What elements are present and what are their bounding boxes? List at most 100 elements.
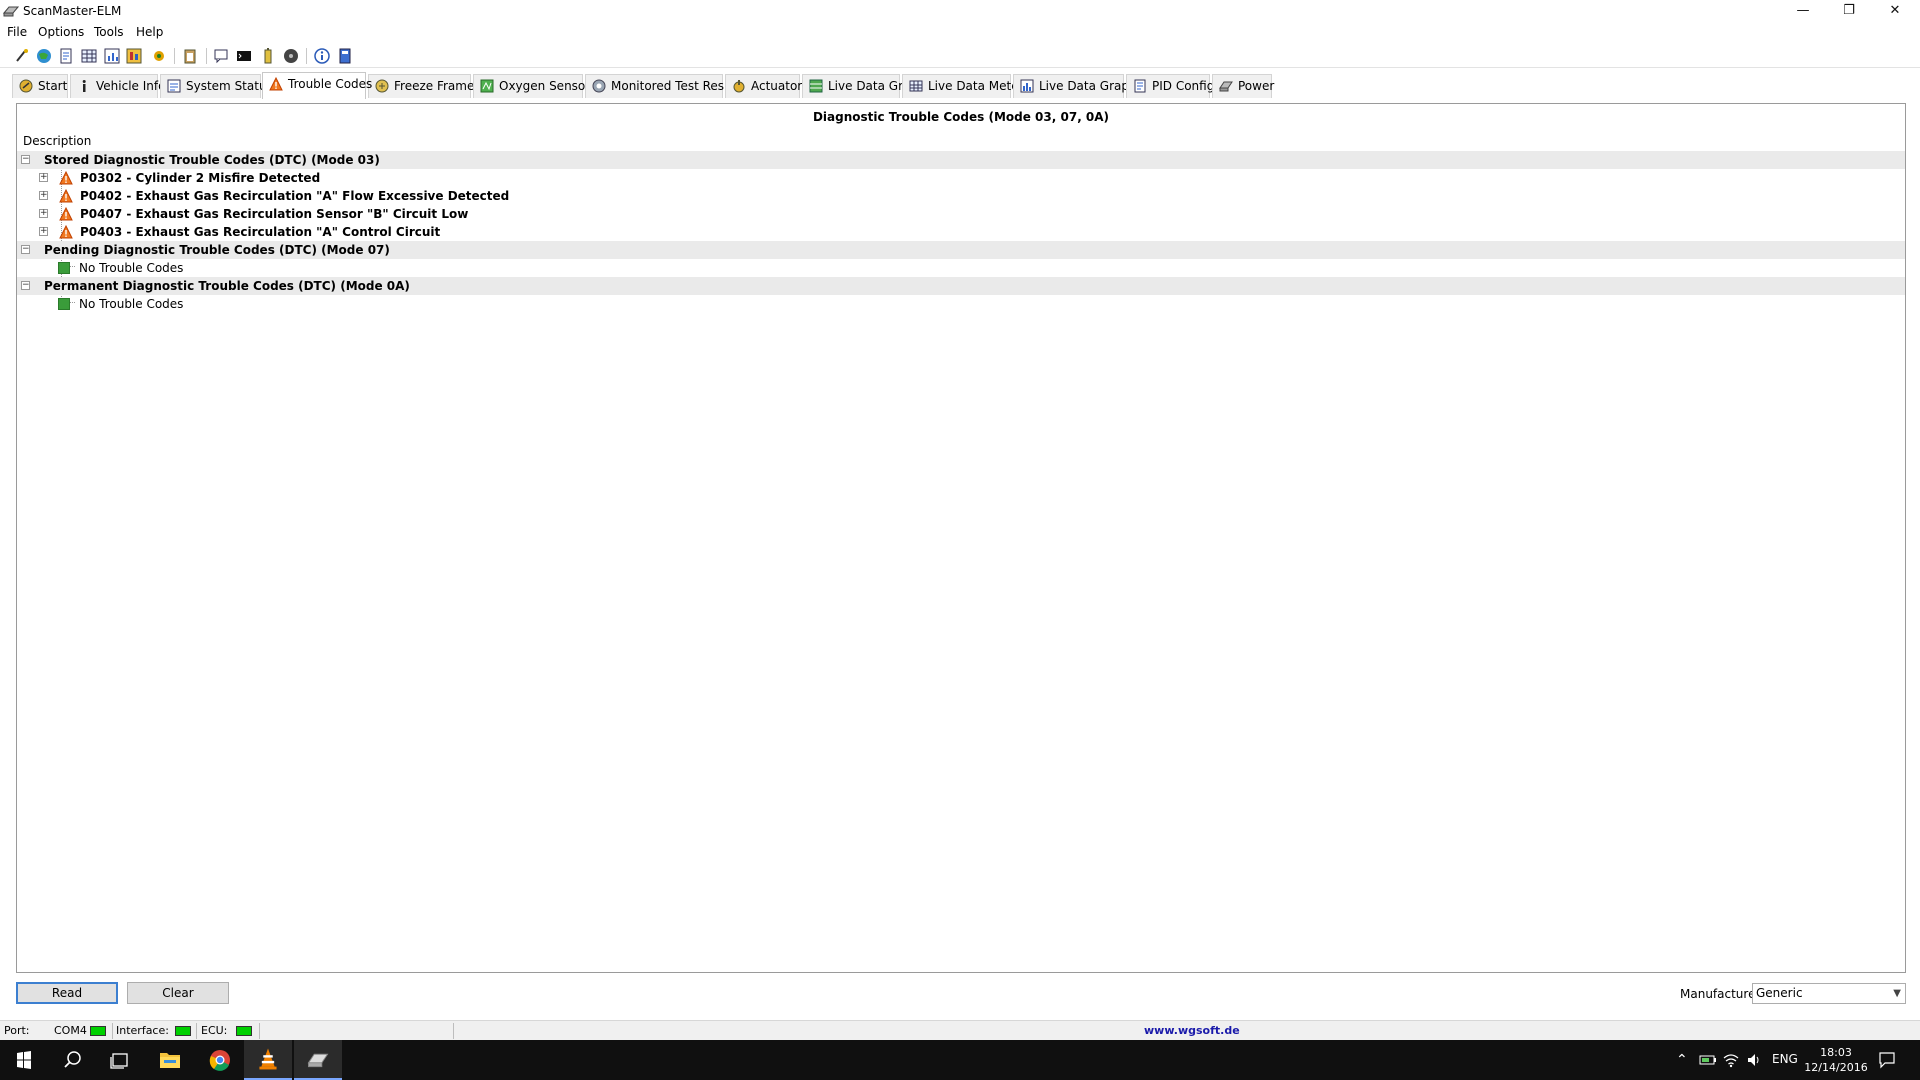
disc-icon[interactable]	[283, 48, 299, 64]
website-link[interactable]: www.wgsoft.de	[1144, 1024, 1240, 1037]
chart-icon[interactable]	[104, 48, 120, 64]
language-indicator[interactable]: ENG	[1772, 1052, 1798, 1066]
grid-icon[interactable]	[81, 48, 97, 64]
read-button[interactable]: Read	[16, 982, 118, 1004]
ecu-led	[236, 1026, 252, 1036]
connect-icon[interactable]	[14, 48, 30, 64]
search-icon[interactable]	[48, 1040, 96, 1080]
menu-file[interactable]: File	[7, 25, 27, 39]
collapse-toggle[interactable]: −	[21, 155, 30, 164]
chrome-icon[interactable]	[196, 1040, 244, 1080]
dtc-row[interactable]: + P0302 - Cylinder 2 Misfire Detected	[17, 169, 1905, 187]
task-view-icon[interactable]	[96, 1040, 144, 1080]
tab-power[interactable]: Power	[1212, 74, 1274, 98]
tab-system-status[interactable]: System Status	[160, 74, 273, 98]
report-icon[interactable]	[126, 48, 142, 64]
freeze-icon	[375, 79, 389, 93]
close-button[interactable]: ✕	[1872, 0, 1918, 22]
grid-icon	[809, 79, 823, 93]
app-icon	[3, 6, 19, 17]
restore-button[interactable]: ❐	[1826, 0, 1872, 22]
file-explorer-icon[interactable]	[146, 1040, 194, 1080]
config-icon	[1134, 79, 1146, 93]
info-icon[interactable]	[314, 48, 330, 64]
panel-title: Diagnostic Trouble Codes (Mode 03, 07, 0…	[812, 110, 1110, 124]
windows-start-icon[interactable]	[0, 1040, 48, 1080]
tab-start[interactable]: Start	[12, 74, 68, 98]
tab-live-data-grid[interactable]: Live Data Grid	[802, 74, 914, 98]
terminal-icon[interactable]	[236, 48, 252, 64]
toolbar-separator	[306, 48, 307, 64]
column-header-description[interactable]: Description	[23, 134, 91, 148]
document-icon[interactable]	[58, 48, 74, 64]
tab-label: PID Config	[1152, 79, 1215, 93]
battery-icon[interactable]	[260, 48, 276, 64]
permanent-dtc-group[interactable]: − Permanent Diagnostic Trouble Codes (DT…	[17, 277, 1905, 295]
dtc-label: P0403 - Exhaust Gas Recirculation "A" Co…	[80, 225, 441, 239]
ok-icon	[58, 262, 70, 274]
battery-icon[interactable]	[1699, 1053, 1717, 1067]
dtc-row[interactable]: + P0402 - Exhaust Gas Recirculation "A" …	[17, 187, 1905, 205]
status-bar: Port: COM4 Interface: ECU: www.wgsoft.de	[0, 1020, 1920, 1040]
tab-label: Trouble Codes	[288, 77, 373, 91]
pending-dtc-group[interactable]: − Pending Diagnostic Trouble Codes (DTC)…	[17, 241, 1905, 259]
stored-dtc-group[interactable]: − Stored Diagnostic Trouble Codes (DTC) …	[17, 151, 1905, 169]
port-label: Port:	[4, 1024, 30, 1037]
menu-bar: File Options Tools Help	[0, 22, 1920, 44]
tab-label: Start	[38, 79, 68, 93]
menu-options[interactable]: Options	[38, 25, 84, 39]
toolbar	[0, 44, 1920, 68]
tab-trouble-codes[interactable]: Trouble Codes	[262, 72, 372, 99]
tab-label: Oxygen Sensors	[499, 79, 597, 93]
minimize-button[interactable]: —	[1780, 0, 1826, 22]
expand-toggle[interactable]: +	[39, 227, 48, 236]
volume-icon[interactable]	[1746, 1052, 1762, 1068]
port-value: COM4	[54, 1024, 87, 1037]
vlc-icon[interactable]	[244, 1040, 292, 1080]
chat-icon[interactable]	[213, 48, 229, 64]
chevron-down-icon: ▼	[1893, 988, 1901, 999]
tab-label: Live Data Graph	[1039, 79, 1137, 93]
book-icon[interactable]	[337, 48, 353, 64]
dtc-row[interactable]: + P0403 - Exhaust Gas Recirculation "A" …	[17, 223, 1905, 241]
graph-icon	[1020, 79, 1034, 93]
scanmaster-taskbar-icon[interactable]	[294, 1040, 342, 1080]
tab-vehicle-info[interactable]: Vehicle Info	[70, 74, 165, 98]
tab-freeze-frames[interactable]: Freeze Frames	[368, 74, 481, 98]
chevron-up-icon[interactable]: ⌃	[1676, 1052, 1688, 1068]
globe-icon[interactable]	[36, 48, 52, 64]
power-icon	[1219, 81, 1233, 92]
clipboard-icon[interactable]	[182, 48, 198, 64]
clock[interactable]: 18:03 12/14/2016	[1804, 1045, 1868, 1075]
collapse-toggle[interactable]: −	[21, 245, 30, 254]
dtc-row[interactable]: + P0407 - Exhaust Gas Recirculation Sens…	[17, 205, 1905, 223]
tab-live-data-meter[interactable]: Live Data Meter	[902, 74, 1024, 98]
ecu-label: ECU:	[201, 1024, 228, 1037]
no-codes-row[interactable]: No Trouble Codes	[17, 259, 1905, 277]
clear-button[interactable]: Clear	[127, 982, 229, 1004]
tab-actuator[interactable]: Actuator	[725, 74, 802, 98]
tab-pid-config[interactable]: PID Config	[1126, 74, 1214, 98]
tab-monitored-test-results[interactable]: Monitored Test Results	[585, 74, 746, 98]
no-codes-row[interactable]: No Trouble Codes	[17, 295, 1905, 313]
tab-oxygen-sensors[interactable]: Oxygen Sensors	[473, 74, 596, 98]
status-separator	[196, 1023, 197, 1039]
manufacturer-label: Manufacturer	[1680, 987, 1761, 1001]
trouble-codes-panel: Diagnostic Trouble Codes (Mode 03, 07, 0…	[16, 103, 1906, 973]
manufacturer-select[interactable]: Generic ▼	[1752, 983, 1906, 1004]
wifi-icon[interactable]	[1723, 1052, 1739, 1068]
menu-tools[interactable]: Tools	[94, 25, 124, 39]
expand-toggle[interactable]: +	[39, 173, 48, 182]
status-separator	[112, 1023, 113, 1039]
collapse-toggle[interactable]: −	[21, 281, 30, 290]
toolbar-separator	[174, 48, 175, 64]
notification-icon[interactable]	[1878, 1051, 1896, 1069]
expand-toggle[interactable]: +	[39, 209, 48, 218]
expand-toggle[interactable]: +	[39, 191, 48, 200]
menu-help[interactable]: Help	[136, 25, 163, 39]
no-codes-label: No Trouble Codes	[79, 297, 184, 311]
status-separator	[259, 1023, 260, 1039]
settings-icon[interactable]	[151, 48, 167, 64]
interface-led	[175, 1026, 191, 1036]
tab-live-data-graph[interactable]: Live Data Graph	[1013, 74, 1137, 98]
